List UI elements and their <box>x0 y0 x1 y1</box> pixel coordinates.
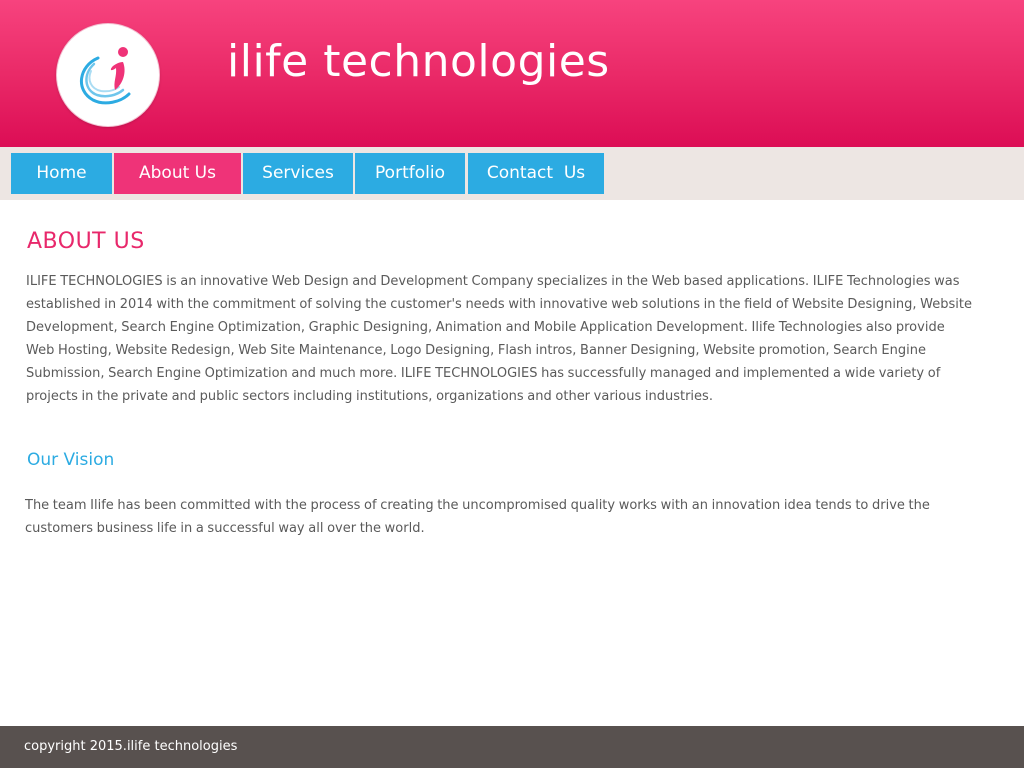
logo[interactable] <box>57 24 159 126</box>
nav-item-home[interactable]: Home <box>11 153 112 194</box>
about-paragraph: ILIFE TECHNOLOGIES is an innovative Web … <box>26 274 973 404</box>
page-title: ABOUT US <box>27 229 145 254</box>
nav-item-about-us[interactable]: About Us <box>114 153 241 194</box>
ilife-swirl-logo-icon <box>79 47 131 105</box>
nav-item-services[interactable]: Services <box>243 153 353 194</box>
copyright-text: copyright 2015.ilife technologies <box>24 739 238 754</box>
vision-heading: Our Vision <box>27 450 115 470</box>
site-header: ilife technologies <box>0 0 1024 147</box>
vision-paragraph: The team Ilife has been committed with t… <box>25 498 930 536</box>
site-footer: copyright 2015.ilife technologies <box>0 726 1024 768</box>
main-nav: Home About Us Services Portfolio Contact… <box>0 147 1024 200</box>
nav-item-portfolio[interactable]: Portfolio <box>355 153 465 194</box>
nav-item-contact-us[interactable]: Contact Us <box>468 153 604 194</box>
site-title: ilife technologies <box>227 36 610 87</box>
